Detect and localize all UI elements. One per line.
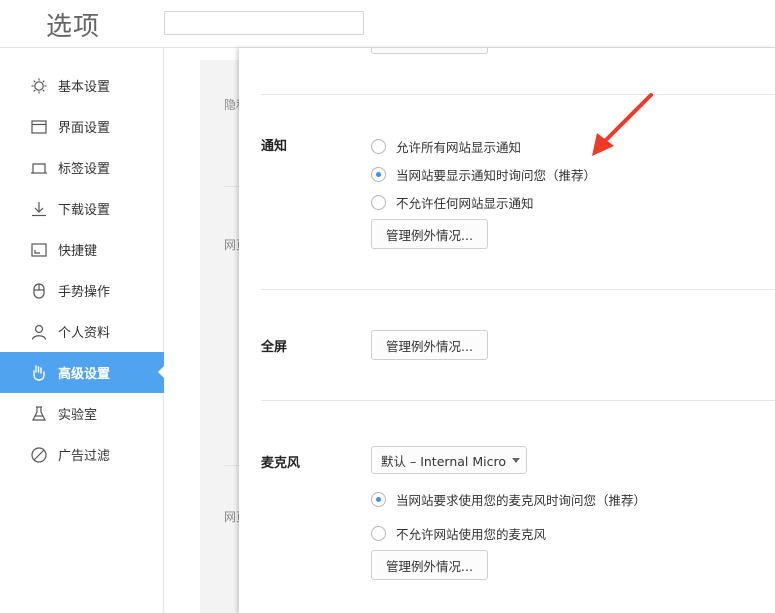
sidebar-item-label: 界面设置: [58, 121, 111, 136]
sidebar-item-label: 实验室: [58, 408, 98, 423]
notification-option-allow[interactable]: 允许所有网站显示通知: [371, 137, 521, 156]
sidebar: 基本设置 界面设置 标签设置 下载设置 快捷键 手势操作 个人资料 高级设置 实…: [0, 48, 165, 613]
gear-icon: [30, 77, 48, 95]
notification-manage-exceptions-button[interactable]: 管理例外情况...: [371, 219, 488, 249]
radio-button-checked[interactable]: [371, 167, 386, 182]
sidebar-item-advanced[interactable]: 高级设置: [0, 352, 165, 393]
sidebar-item-label: 手势操作: [58, 285, 111, 300]
header: 选项: [0, 0, 775, 48]
sidebar-item-download[interactable]: 下载设置: [0, 188, 164, 229]
fullscreen-manage-exceptions-button[interactable]: 管理例外情况...: [371, 330, 488, 360]
window-icon: [30, 118, 48, 136]
sidebar-item-interface[interactable]: 界面设置: [0, 106, 164, 147]
sidebar-item-shortcuts[interactable]: 快捷键: [0, 229, 164, 270]
user-icon: [30, 323, 48, 341]
sidebar-item-label: 高级设置: [58, 367, 111, 382]
manage-exceptions-button[interactable]: [371, 48, 488, 54]
page-title: 选项: [46, 12, 101, 42]
content-settings-dialog: 通知 允许所有网站显示通知 当网站要显示通知时询问您（推荐） 不允许任何网站显示…: [239, 48, 775, 613]
sidebar-item-basic[interactable]: 基本设置: [0, 65, 164, 106]
sidebar-item-profile[interactable]: 个人资料: [0, 311, 164, 352]
tab-icon: [30, 159, 48, 177]
sidebar-item-tabs[interactable]: 标签设置: [0, 147, 164, 188]
flask-icon: [30, 405, 48, 423]
sidebar-item-label: 下载设置: [58, 203, 111, 218]
radio-label: 不允许任何网站显示通知: [396, 196, 534, 211]
microphone-section-label: 麦克风: [261, 456, 301, 471]
microphone-option-ask[interactable]: 当网站要求使用您的麦克风时询问您（推荐）: [371, 490, 646, 509]
microphone-option-block[interactable]: 不允许网站使用您的麦克风: [371, 524, 546, 543]
sidebar-item-adblock[interactable]: 广告过滤: [0, 434, 164, 475]
radio-button[interactable]: [371, 139, 386, 154]
sidebar-item-label: 标签设置: [58, 162, 111, 177]
wrench-hand-icon: [30, 364, 48, 382]
radio-label: 允许所有网站显示通知: [396, 140, 522, 155]
radio-label: 当网站要显示通知时询问您（推荐）: [396, 168, 597, 183]
microphone-manage-exceptions-button[interactable]: 管理例外情况...: [371, 550, 488, 580]
search-input[interactable]: [164, 11, 364, 35]
chevron-down-icon: [512, 458, 520, 463]
download-icon: [30, 200, 48, 218]
sidebar-item-label: 基本设置: [58, 80, 111, 95]
divider: [261, 289, 775, 290]
block-icon: [30, 446, 48, 464]
divider: [261, 400, 775, 401]
radio-button[interactable]: [371, 195, 386, 210]
mouse-icon: [30, 282, 48, 300]
sidebar-item-gestures[interactable]: 手势操作: [0, 270, 164, 311]
microphone-select[interactable]: 默认 – Internal Micro: [371, 446, 527, 474]
sidebar-item-lab[interactable]: 实验室: [0, 393, 164, 434]
sidebar-item-label: 快捷键: [58, 244, 98, 259]
select-value: 默认 – Internal Micro: [381, 453, 506, 469]
notification-section-label: 通知: [261, 139, 288, 154]
fullscreen-section-label: 全屏: [261, 340, 288, 355]
notification-option-ask[interactable]: 当网站要显示通知时询问您（推荐）: [371, 165, 596, 184]
sidebar-item-label: 广告过滤: [58, 449, 111, 464]
keyboard-icon: [30, 241, 48, 259]
sidebar-item-label: 个人资料: [58, 326, 111, 341]
red-arrow-icon: [592, 93, 653, 156]
radio-label: 不允许网站使用您的麦克风: [396, 527, 547, 542]
radio-button[interactable]: [371, 526, 386, 541]
radio-button-checked[interactable]: [371, 492, 386, 507]
radio-label: 当网站要求使用您的麦克风时询问您（推荐）: [396, 493, 647, 508]
notification-option-block[interactable]: 不允许任何网站显示通知: [371, 193, 534, 212]
divider: [261, 94, 775, 95]
